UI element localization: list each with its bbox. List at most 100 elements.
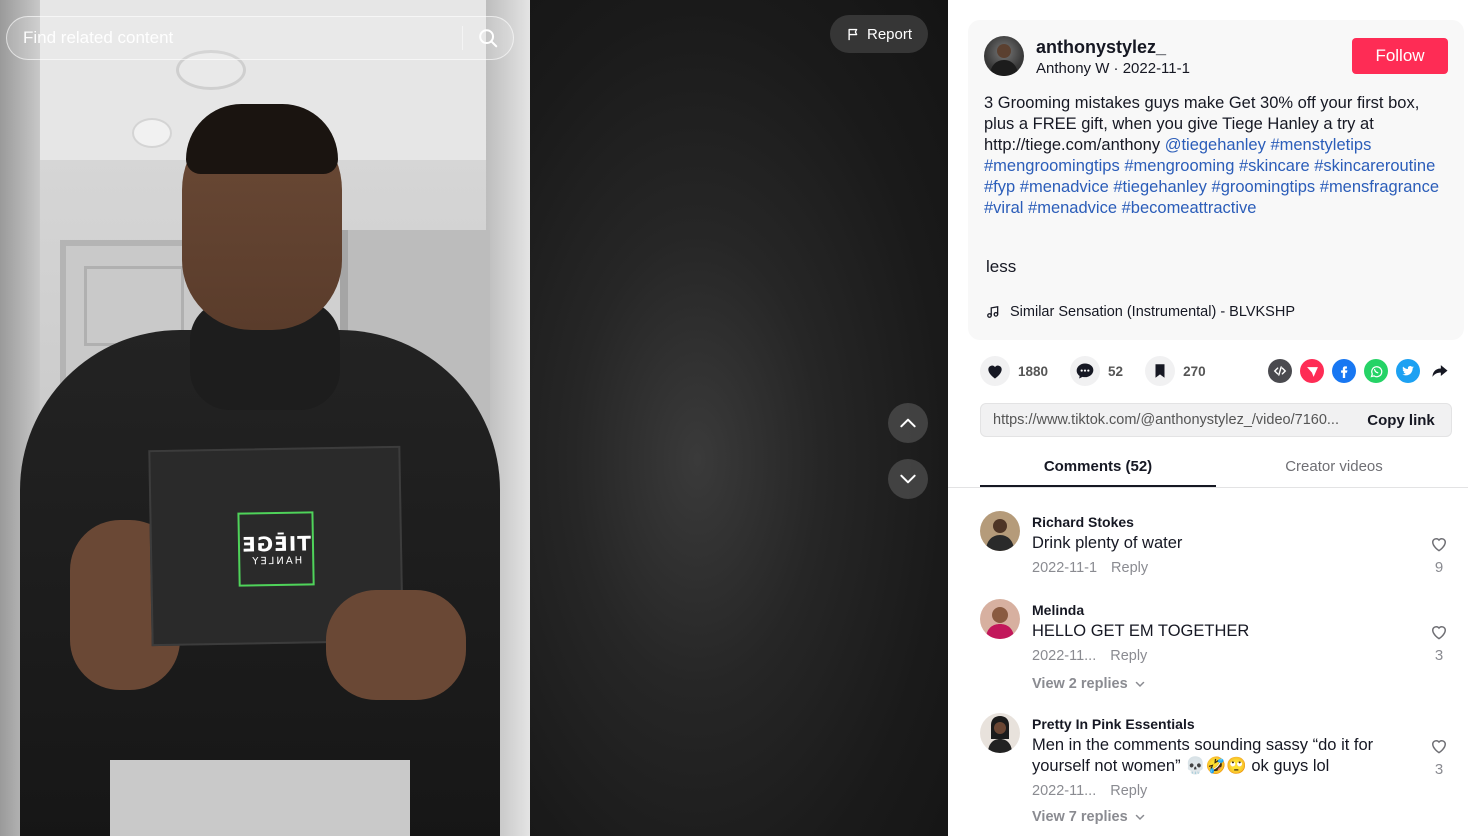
- previous-video-button[interactable]: [888, 403, 928, 443]
- scene-smoke-detector: [132, 118, 172, 148]
- video-area: TIĒGE HANLEY Report: [0, 0, 948, 836]
- hashtag[interactable]: #mengrooming: [1124, 157, 1234, 175]
- product-logo-line1: TIĒGE: [240, 530, 312, 557]
- whatsapp-icon[interactable]: [1364, 359, 1388, 383]
- comment-icon: [1076, 363, 1094, 379]
- comment-meta: 2022-11... Reply: [1032, 648, 1147, 664]
- comment-text: Men in the comments sounding sassy “do i…: [1032, 736, 1374, 775]
- commenter-name[interactable]: Melinda: [1032, 602, 1084, 618]
- facebook-icon[interactable]: [1332, 359, 1356, 383]
- view-replies-label: View 7 replies: [1032, 809, 1128, 825]
- comment-text: HELLO GET EM TOGETHER: [1032, 622, 1250, 640]
- comment-item: Pretty In Pink Essentials Men in the com…: [980, 713, 1460, 833]
- comment-like-count: 3: [1434, 761, 1444, 778]
- share-link-url[interactable]: https://www.tiktok.com/@anthonystylez_/v…: [981, 412, 1351, 428]
- commenter-name[interactable]: Richard Stokes: [1032, 514, 1134, 530]
- comment-like-count: 9: [1434, 559, 1444, 576]
- search-bar: [6, 16, 514, 60]
- author-subtitle: Anthony W · 2022-11-1: [1036, 60, 1190, 77]
- comment-meta: 2022-11... Reply: [1032, 783, 1147, 799]
- flag-icon: [848, 28, 858, 40]
- commenter-avatar[interactable]: [980, 599, 1020, 639]
- like-count: 1880: [1018, 363, 1049, 379]
- like-button[interactable]: 1880: [980, 356, 1048, 386]
- comment-like-button[interactable]: [1428, 622, 1450, 647]
- person-hair: [186, 104, 338, 174]
- commenter-avatar[interactable]: [980, 511, 1020, 551]
- app-root: TIĒGE HANLEY Report: [0, 0, 1468, 836]
- hashtag[interactable]: #mensfragrance: [1320, 178, 1439, 196]
- hashtag[interactable]: #skincareroutine: [1314, 157, 1435, 175]
- save-count: 270: [1183, 363, 1206, 379]
- person-avatar-icon: [990, 44, 1018, 76]
- search-input[interactable]: [7, 17, 462, 59]
- view-replies-button[interactable]: View 2 replies: [1032, 676, 1146, 692]
- send-icon[interactable]: [1300, 359, 1324, 383]
- description-card: anthonystylez_ Anthony W · 2022-11-1 Fol…: [968, 20, 1464, 340]
- person-pants: [110, 760, 410, 836]
- chevron-down-icon: [900, 474, 916, 484]
- hashtag[interactable]: #menstyletips: [1270, 136, 1371, 154]
- hashtag[interactable]: #mengroomingtips: [984, 157, 1120, 175]
- hashtag[interactable]: #tiegehanley: [1113, 178, 1207, 196]
- music-row[interactable]: Similar Sensation (Instrumental) - BLVKS…: [986, 304, 1295, 320]
- author-username[interactable]: anthonystylez_: [1036, 37, 1166, 58]
- comment-date: 2022-11...: [1032, 648, 1097, 664]
- hashtag[interactable]: @tiegehanley: [1165, 136, 1266, 154]
- reply-button[interactable]: Reply: [1110, 783, 1147, 799]
- tab-creator-videos[interactable]: Creator videos: [1216, 449, 1452, 487]
- save-button[interactable]: 270: [1145, 356, 1206, 386]
- comment-item: Richard Stokes Drink plenty of water 202…: [980, 511, 1460, 591]
- hashtag[interactable]: #viral: [984, 199, 1023, 217]
- chevron-down-icon: [1135, 681, 1144, 688]
- tab-comments[interactable]: Comments (52): [980, 449, 1216, 487]
- commenter-avatar[interactable]: [980, 713, 1020, 753]
- reply-button[interactable]: Reply: [1110, 648, 1147, 664]
- save-icon-wrap: [1145, 356, 1176, 386]
- embed-icon[interactable]: [1268, 359, 1292, 383]
- chevron-down-icon: [1135, 814, 1144, 821]
- copy-link-button[interactable]: Copy link: [1351, 412, 1451, 429]
- report-button[interactable]: Report: [830, 15, 928, 53]
- music-title: Similar Sensation (Instrumental) - BLVKS…: [1010, 304, 1296, 320]
- comment-text: Drink plenty of water: [1032, 534, 1183, 552]
- action-row: 1880 52 270: [980, 356, 1228, 386]
- comment-meta: 2022-11-1 Reply: [1032, 560, 1148, 576]
- comment-item: Melinda HELLO GET EM TOGETHER 2022-11...…: [980, 599, 1460, 699]
- tabs-divider: [948, 487, 1468, 488]
- bookmark-icon: [1155, 364, 1165, 378]
- share-arrow-icon[interactable]: [1428, 359, 1452, 383]
- hashtag[interactable]: #groomingtips: [1212, 178, 1316, 196]
- hashtag[interactable]: #menadvice: [1020, 178, 1109, 196]
- view-replies-button[interactable]: View 7 replies: [1032, 809, 1146, 825]
- hashtag[interactable]: #becomeattractive: [1122, 199, 1257, 217]
- hashtag[interactable]: #menadvice: [1028, 199, 1117, 217]
- author-avatar[interactable]: [984, 36, 1024, 76]
- comment-button[interactable]: 52: [1070, 356, 1123, 386]
- video-description: 3 Grooming mistakes guys make Get 30% of…: [984, 93, 1446, 219]
- reply-button[interactable]: Reply: [1111, 560, 1148, 576]
- next-video-button[interactable]: [888, 459, 928, 499]
- comment-date: 2022-11-1: [1032, 560, 1098, 576]
- commenter-name[interactable]: Pretty In Pink Essentials: [1032, 716, 1195, 732]
- comment-icon-wrap: [1070, 356, 1101, 386]
- show-less-button[interactable]: less: [986, 257, 1016, 277]
- heart-outline-icon: [1431, 538, 1447, 552]
- product-logo: TIĒGE HANLEY: [237, 511, 315, 587]
- product-logo-line2: HANLEY: [250, 555, 303, 567]
- search-icon: [479, 29, 498, 48]
- comment-like-button[interactable]: [1428, 534, 1450, 559]
- video-player[interactable]: TIĒGE HANLEY: [0, 0, 530, 836]
- follow-button[interactable]: Follow: [1352, 38, 1448, 74]
- heart-outline-icon: [1431, 626, 1447, 640]
- like-icon-wrap: [980, 356, 1010, 386]
- chevron-up-icon: [900, 418, 916, 428]
- search-button[interactable]: [463, 17, 513, 59]
- video-blur-background: [530, 0, 948, 836]
- person-avatar-icon: [980, 599, 1020, 639]
- comment-like-button[interactable]: [1428, 736, 1450, 761]
- hashtag[interactable]: #fyp: [984, 178, 1015, 196]
- share-link-box: https://www.tiktok.com/@anthonystylez_/v…: [980, 403, 1452, 437]
- twitter-icon[interactable]: [1396, 359, 1420, 383]
- hashtag[interactable]: #skincare: [1239, 157, 1310, 175]
